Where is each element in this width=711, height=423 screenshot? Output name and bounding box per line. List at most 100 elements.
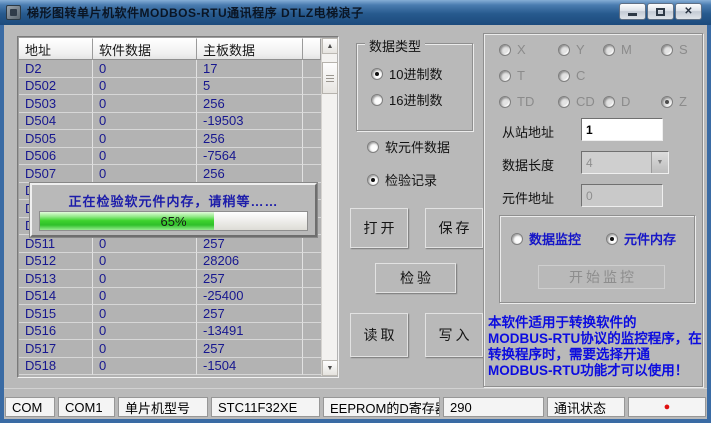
progress-bar: 65% <box>39 211 308 231</box>
table-row[interactable]: D5050256 <box>19 130 321 148</box>
status-com-label: COM <box>5 397 55 417</box>
vertical-scrollbar[interactable]: ▲ ▼ <box>321 38 337 376</box>
cell-software-data: 0 <box>93 60 197 78</box>
radio-verify-record-circle <box>367 174 379 186</box>
dropdown-arrow-button: ▼ <box>651 152 668 173</box>
radio-hex[interactable]: 16进制数 <box>371 90 442 109</box>
cell-blank <box>303 165 321 183</box>
slave-address-input[interactable] <box>581 118 663 141</box>
radio-m: M <box>603 42 632 57</box>
cell-address: D502 <box>19 78 93 96</box>
cell-blank <box>303 235 321 253</box>
cell-blank <box>303 95 321 113</box>
client-area: 地址 软件数据 主板数据 D2017D50205D5030256D5040-19… <box>4 25 707 419</box>
cell-address: D514 <box>19 288 93 306</box>
radio-y-circle <box>558 44 570 56</box>
table-row[interactable]: D5180-1504 <box>19 358 321 376</box>
cell-address: D515 <box>19 305 93 323</box>
radio-z: Z <box>661 94 687 109</box>
data-type-groupbox: 数据类型 10进制数16进制数 <box>356 43 473 131</box>
cell-software-data: 0 <box>93 288 197 306</box>
radio-cd-label: CD <box>576 94 595 109</box>
save-button[interactable]: 保存 <box>425 208 483 248</box>
status-com-port: COM1 <box>58 397 115 417</box>
progress-dialog: 正在检验软元件内存，请稍等…… 65% <box>30 183 317 237</box>
scrollbar-thumb[interactable] <box>322 62 338 94</box>
status-dot-icon: ● <box>664 401 671 413</box>
data-length-label: 数据长度 <box>502 155 554 174</box>
cell-software-data: 0 <box>93 95 197 113</box>
cell-blank <box>303 130 321 148</box>
radio-element-memory[interactable]: 元件内存 <box>606 229 676 248</box>
app-icon <box>6 5 21 20</box>
cell-address: D507 <box>19 165 93 183</box>
cell-address: D511 <box>19 235 93 253</box>
table-row[interactable]: D5160-13491 <box>19 323 321 341</box>
cell-software-data: 0 <box>93 323 197 341</box>
start-monitor-button: 开始监控 <box>538 265 665 289</box>
read-button[interactable]: 读取 <box>350 313 408 357</box>
table-row[interactable]: D512028206 <box>19 253 321 271</box>
cell-software-data: 0 <box>93 113 197 131</box>
element-address-label: 元件地址 <box>502 188 554 207</box>
radio-verify-record[interactable]: 检验记录 <box>367 170 437 189</box>
cell-address: D506 <box>19 148 93 166</box>
radio-m-label: M <box>621 42 632 57</box>
radio-z-circle <box>661 96 673 108</box>
info-text: 本软件适用于转换软件的 MODBUS-RTU协议的监控程序，在 转换程序时，需要… <box>488 315 706 379</box>
cell-address: D2 <box>19 60 93 78</box>
radio-t: T <box>499 68 525 83</box>
cell-software-data: 0 <box>93 270 197 288</box>
minimize-icon <box>628 13 637 16</box>
cell-blank <box>303 78 321 96</box>
radio-data-monitor[interactable]: 数据监控 <box>511 229 581 248</box>
table-row[interactable]: D5130257 <box>19 270 321 288</box>
close-button[interactable]: ✕ <box>675 3 702 20</box>
table-row[interactable]: D5060-7564 <box>19 148 321 166</box>
maximize-icon <box>656 8 665 16</box>
open-button[interactable]: 打开 <box>350 208 408 248</box>
scroll-up-button[interactable]: ▲ <box>322 38 338 54</box>
cell-blank <box>303 148 321 166</box>
radio-d-circle <box>603 96 615 108</box>
radio-y: Y <box>558 42 585 57</box>
radio-z-label: Z <box>679 94 687 109</box>
cell-software-data: 0 <box>93 305 197 323</box>
radio-x: X <box>499 42 526 57</box>
radio-c-circle <box>558 70 570 82</box>
radio-decimal-label: 10进制数 <box>389 64 442 83</box>
element-address-input <box>581 184 663 207</box>
cell-mainboard-data: 28206 <box>197 253 303 271</box>
scroll-down-arrow-icon: ▼ <box>327 365 334 372</box>
radio-dot <box>371 178 375 182</box>
cell-mainboard-data: -19503 <box>197 113 303 131</box>
cell-blank <box>303 358 321 376</box>
table-row[interactable]: D5150257 <box>19 305 321 323</box>
radio-soft-element-data[interactable]: 软元件数据 <box>367 137 450 156</box>
column-header-address: 地址 <box>19 38 93 60</box>
table-row[interactable]: D5140-25400 <box>19 288 321 306</box>
cell-address: D512 <box>19 253 93 271</box>
radio-decimal[interactable]: 10进制数 <box>371 64 442 83</box>
cell-mainboard-data: 17 <box>197 60 303 78</box>
table-row[interactable]: D50205 <box>19 78 321 96</box>
cell-software-data: 0 <box>93 235 197 253</box>
status-mcu-model-value: STC11F32XE <box>211 397 320 417</box>
write-button[interactable]: 写入 <box>425 313 483 357</box>
scroll-down-button[interactable]: ▼ <box>322 360 338 376</box>
cell-mainboard-data: -13491 <box>197 323 303 341</box>
minimize-button[interactable] <box>619 3 646 20</box>
cell-software-data: 0 <box>93 165 197 183</box>
table-row[interactable]: D2017 <box>19 60 321 78</box>
table-row[interactable]: D5030256 <box>19 95 321 113</box>
cell-software-data: 0 <box>93 148 197 166</box>
cell-software-data: 0 <box>93 130 197 148</box>
radio-s-label: S <box>679 42 688 57</box>
table-row[interactable]: D5070256 <box>19 165 321 183</box>
table-row[interactable]: D5110257 <box>19 235 321 253</box>
table-row[interactable]: D5170257 <box>19 340 321 358</box>
maximize-button[interactable] <box>647 3 674 20</box>
table-header-row: 地址 软件数据 主板数据 <box>19 38 321 60</box>
verify-button[interactable]: 检验 <box>375 263 456 293</box>
table-row[interactable]: D5040-19503 <box>19 113 321 131</box>
